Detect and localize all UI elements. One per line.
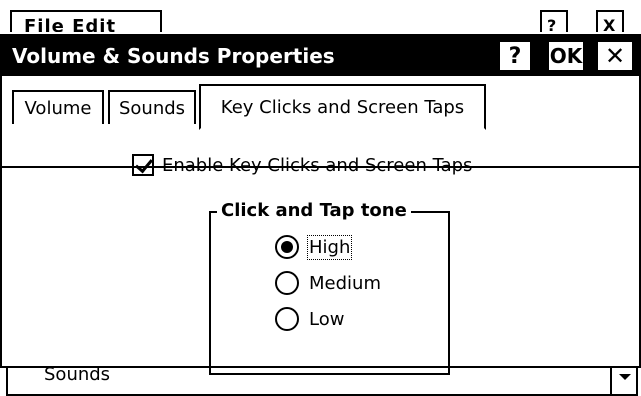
tab-sounds[interactable]: Sounds [108, 90, 196, 124]
ok-label: OK [549, 44, 583, 68]
radio-high-row[interactable]: High [275, 234, 353, 260]
background-select-value: Sounds [44, 368, 111, 385]
radio-low[interactable] [275, 307, 299, 331]
radio-medium-row[interactable]: Medium [275, 271, 381, 295]
properties-dialog: Volume & Sounds Properties ? OK ✕ Volume… [0, 34, 641, 375]
background-close-button: X [596, 10, 624, 32]
help-icon: ? [508, 43, 522, 69]
tone-group-title: Click and Tap tone [217, 200, 411, 221]
tab-content: Enable Key Clicks and Screen Taps Click … [2, 128, 639, 375]
radio-high-label: High [306, 234, 353, 260]
tab-key-clicks[interactable]: Key Clicks and Screen Taps [199, 84, 486, 130]
enable-key-clicks-label: Enable Key Clicks and Screen Taps [162, 154, 473, 176]
background-menubar: File Edit ? X [0, 0, 641, 34]
tab-bar: Volume Sounds Key Clicks and Screen Taps [2, 76, 639, 168]
dialog-titlebar: Volume & Sounds Properties ? OK ✕ [2, 36, 639, 76]
tab-label: Sounds [118, 97, 186, 119]
background-close-label: X [603, 16, 616, 32]
dialog-title: Volume & Sounds Properties [12, 44, 335, 68]
radio-high[interactable] [275, 235, 299, 259]
tone-groupbox: Click and Tap tone High Medium Low [209, 200, 450, 375]
close-button[interactable]: ✕ [596, 40, 634, 72]
background-menu-text: File Edit [24, 16, 117, 32]
background-help-button: ? [540, 10, 568, 32]
background-help-label: ? [547, 16, 557, 32]
tab-label: Key Clicks and Screen Taps [220, 96, 465, 118]
enable-key-clicks-checkbox[interactable] [132, 154, 154, 176]
tab-volume[interactable]: Volume [12, 90, 104, 124]
background-menu-field: File Edit [10, 10, 162, 32]
radio-low-label: Low [309, 308, 345, 330]
ok-button[interactable]: OK [547, 40, 585, 72]
radio-low-row[interactable]: Low [275, 307, 344, 331]
enable-key-clicks-row[interactable]: Enable Key Clicks and Screen Taps [132, 154, 472, 176]
tab-label: Volume [24, 97, 92, 119]
radio-medium[interactable] [275, 271, 299, 295]
close-icon: ✕ [604, 42, 626, 70]
chevron-down-icon [610, 368, 636, 394]
help-button[interactable]: ? [498, 40, 532, 72]
tab-divider [2, 166, 639, 168]
radio-medium-label: Medium [309, 272, 381, 294]
